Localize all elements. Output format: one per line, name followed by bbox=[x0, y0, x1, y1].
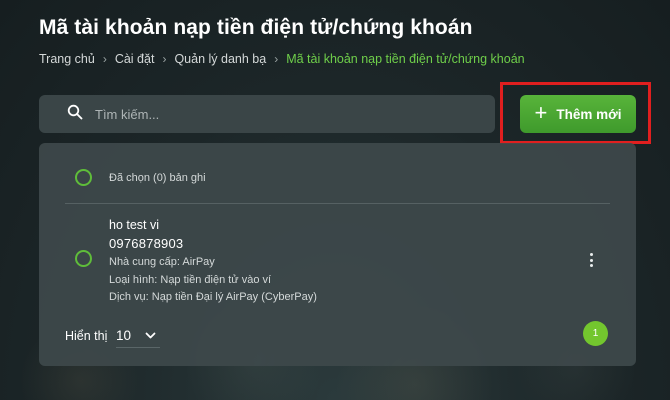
breadcrumb-separator: › bbox=[162, 52, 167, 66]
breadcrumb-home[interactable]: Trang chủ bbox=[39, 52, 95, 66]
add-new-label: Thêm mới bbox=[556, 106, 622, 122]
page-size-label: Hiển thị bbox=[65, 329, 108, 343]
selected-count: Đã chọn (0) bản ghi bbox=[109, 172, 206, 184]
breadcrumb-settings[interactable]: Cài đặt bbox=[115, 52, 155, 66]
search-box[interactable] bbox=[39, 95, 495, 133]
page-button-current[interactable]: 1 bbox=[583, 321, 608, 346]
breadcrumb-contacts[interactable]: Quản lý danh bạ bbox=[174, 52, 266, 66]
select-all-radio[interactable] bbox=[75, 169, 92, 186]
search-input[interactable] bbox=[95, 106, 475, 122]
record-provider: Nhà cung cấp: AirPay bbox=[109, 256, 215, 268]
record-type: Loại hình: Nạp tiền điện tử vào ví bbox=[109, 274, 272, 286]
record-account-number: 0976878903 bbox=[109, 236, 184, 251]
search-icon bbox=[67, 104, 83, 125]
breadcrumb: Trang chủ › Cài đặt › Quản lý danh bạ › … bbox=[39, 52, 525, 66]
page-size-value: 10 bbox=[116, 328, 132, 343]
records-panel: Đã chọn (0) bản ghi ho test vi 097687890… bbox=[39, 143, 636, 366]
chevron-down-icon bbox=[145, 332, 156, 339]
page-title: Mã tài khoản nạp tiền điện tử/chứng khoá… bbox=[39, 16, 473, 39]
record-name: ho test vi bbox=[109, 218, 160, 232]
list-item[interactable]: ho test vi 0976878903 Nhà cung cấp: AirP… bbox=[39, 204, 636, 314]
breadcrumb-separator: › bbox=[102, 52, 107, 66]
plus-icon: + bbox=[534, 100, 548, 125]
add-new-button[interactable]: + Thêm mới bbox=[520, 95, 636, 133]
record-service: Dịch vụ: Nạp tiền Đại lý AirPay (CyberPa… bbox=[109, 291, 317, 303]
more-options-icon[interactable] bbox=[584, 251, 598, 269]
breadcrumb-current: Mã tài khoản nạp tiền điện tử/chứng khoá… bbox=[286, 52, 525, 66]
page-size-select[interactable]: 10 bbox=[116, 324, 160, 348]
breadcrumb-separator: › bbox=[274, 52, 279, 66]
record-select-radio[interactable] bbox=[75, 250, 92, 267]
